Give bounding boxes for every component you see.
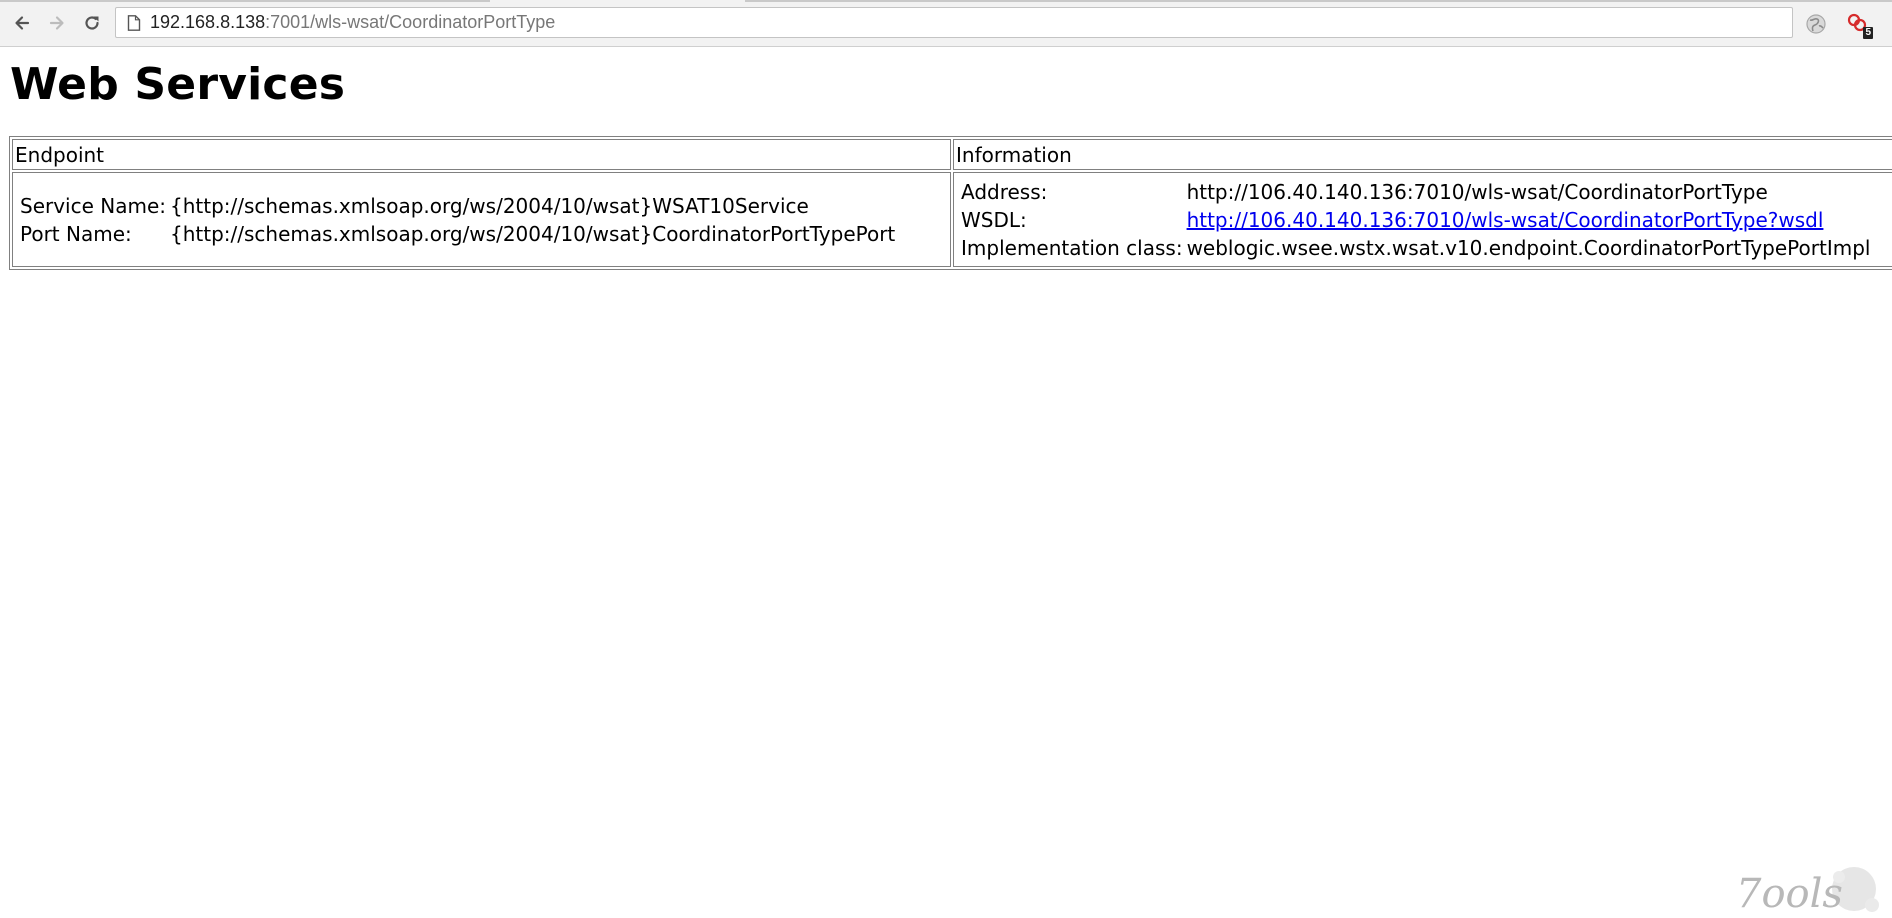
service-name-value: {http://schemas.xmlsoap.org/ws/2004/10/w… (170, 193, 809, 218)
tab-strip-edge (0, 0, 490, 2)
endpoint-header: Endpoint (12, 139, 951, 170)
watermark-text: 7ools (1736, 871, 1843, 917)
back-arrow-icon (15, 16, 30, 30)
page-content: Web Services Endpoint Information Servic… (0, 47, 1892, 917)
reload-button[interactable] (78, 9, 106, 37)
page-title: Web Services (10, 59, 346, 110)
service-name-label: Service Name: (20, 193, 167, 218)
table-row: Service Name: {http://schemas.xmlsoap.or… (12, 172, 1892, 267)
wsdl-link[interactable]: http://106.40.140.136:7010/wls-wsat/Coor… (1187, 208, 1824, 232)
url-host: 192.168.8.138 (150, 12, 266, 32)
web-services-table: Endpoint Information Service Name: {http… (9, 136, 1892, 270)
page-icon (127, 15, 141, 31)
endpoint-cell: Service Name: {http://schemas.xmlsoap.or… (12, 172, 951, 267)
tools-watermark-logo: 7ools (1736, 867, 1879, 917)
information-cell: Address: http://106.40.140.136:7010/wls-… (953, 172, 1892, 267)
globe-icon[interactable] (1804, 12, 1828, 36)
extension-button[interactable]: 5 (1845, 12, 1873, 39)
back-button[interactable] (8, 9, 36, 37)
implementation-class-label: Implementation class: (961, 235, 1183, 260)
table-header-row: Endpoint Information (12, 139, 1892, 170)
browser-toolbar: 192.168.8.138:7001/wls-wsat/CoordinatorP… (0, 0, 1892, 47)
implementation-class-value: weblogic.wsee.wstx.wsat.v10.endpoint.Coo… (1186, 235, 1871, 260)
address-label: Address: (961, 179, 1048, 204)
information-details: Address: http://106.40.140.136:7010/wls-… (958, 177, 1873, 263)
address-value: http://106.40.140.136:7010/wls-wsat/Coor… (1186, 179, 1768, 204)
url-path: :7001/wls-wsat/CoordinatorPortType (265, 12, 556, 32)
wsdl-label: WSDL: (961, 207, 1027, 232)
reload-icon (85, 16, 99, 30)
tab-strip-edge (745, 0, 1892, 2)
forward-arrow-icon (49, 16, 64, 30)
port-name-value: {http://schemas.xmlsoap.org/ws/2004/10/w… (170, 221, 896, 246)
endpoint-details: Service Name: {http://schemas.xmlsoap.or… (17, 191, 898, 249)
extension-badge: 5 (1863, 27, 1873, 39)
address-bar[interactable]: 192.168.8.138:7001/wls-wsat/CoordinatorP… (115, 7, 1793, 38)
information-header: Information (953, 139, 1892, 170)
url-text[interactable]: 192.168.8.138:7001/wls-wsat/CoordinatorP… (150, 8, 555, 37)
forward-button[interactable] (43, 9, 71, 37)
port-name-label: Port Name: (20, 221, 132, 246)
